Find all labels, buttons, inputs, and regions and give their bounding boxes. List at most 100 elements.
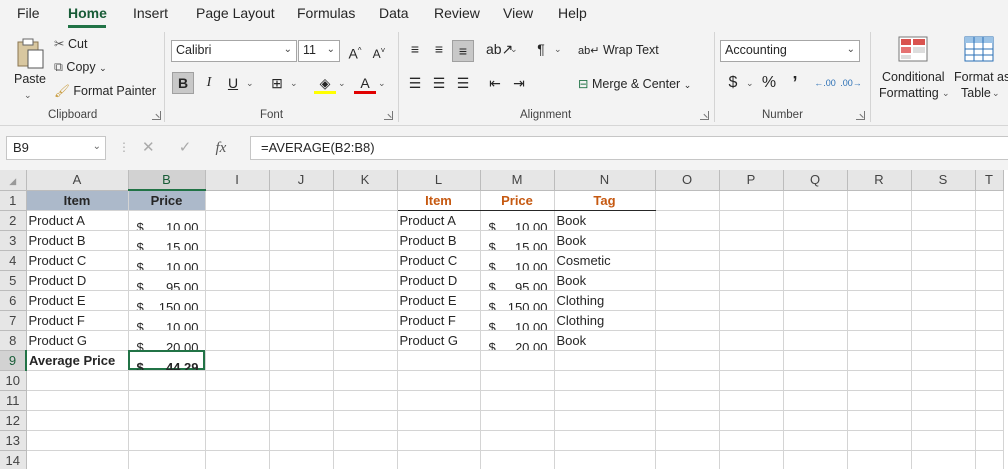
cell[interactable] — [911, 310, 976, 331]
cell[interactable] — [975, 370, 1004, 391]
cell[interactable]: $10.00 — [480, 310, 555, 331]
column-header[interactable]: K — [333, 170, 398, 191]
cell[interactable]: $10.00 — [128, 310, 206, 331]
paste-button[interactable]: Paste ⌄ — [10, 34, 48, 104]
cell[interactable] — [783, 270, 848, 291]
borders-icon[interactable]: ⊞ — [266, 72, 288, 94]
cell[interactable] — [847, 430, 912, 451]
underline-button[interactable]: U — [222, 72, 244, 94]
cell[interactable] — [719, 230, 784, 251]
cell[interactable] — [719, 250, 784, 271]
cell[interactable]: Book — [554, 330, 656, 351]
column-header[interactable]: M — [480, 170, 555, 191]
tab-home[interactable]: Home — [68, 5, 107, 21]
cell[interactable] — [655, 190, 720, 211]
cell[interactable] — [397, 430, 481, 451]
cell[interactable]: Price — [480, 190, 555, 211]
row-header[interactable]: 5 — [0, 270, 27, 291]
row-header[interactable]: 2 — [0, 210, 27, 231]
cell[interactable]: $95.00 — [128, 270, 206, 291]
cell[interactable] — [783, 330, 848, 351]
cell[interactable]: Product E — [397, 290, 481, 311]
top-align-icon[interactable]: ≡ — [404, 38, 426, 60]
cell[interactable] — [333, 350, 398, 371]
cell[interactable] — [719, 450, 784, 469]
cell[interactable] — [269, 450, 334, 469]
cell[interactable] — [128, 370, 206, 391]
cell[interactable] — [333, 390, 398, 411]
cell[interactable] — [480, 410, 555, 431]
cell[interactable] — [847, 230, 912, 251]
cell[interactable] — [333, 290, 398, 311]
column-header[interactable]: B — [128, 170, 206, 191]
currency-button[interactable]: $ — [722, 72, 744, 94]
row-header[interactable]: 4 — [0, 250, 27, 271]
cell[interactable] — [655, 290, 720, 311]
cell[interactable] — [480, 370, 555, 391]
cell[interactable] — [205, 390, 270, 411]
fill-color-icon[interactable]: ◈ — [314, 72, 336, 94]
cell[interactable] — [205, 430, 270, 451]
cell[interactable]: Product G — [397, 330, 481, 351]
cell[interactable]: Product F — [397, 310, 481, 331]
cell[interactable] — [205, 230, 270, 251]
cell[interactable] — [719, 370, 784, 391]
increase-decimal-icon[interactable]: ←.00 — [814, 72, 836, 94]
cell[interactable] — [911, 270, 976, 291]
cell[interactable] — [26, 450, 129, 469]
cell[interactable] — [205, 190, 270, 211]
column-header[interactable]: S — [911, 170, 976, 191]
cell[interactable] — [554, 390, 656, 411]
cell[interactable]: Product G — [26, 330, 129, 351]
cell[interactable]: Clothing — [554, 290, 656, 311]
cell[interactable] — [975, 250, 1004, 271]
cell[interactable]: Book — [554, 230, 656, 251]
cell[interactable] — [26, 390, 129, 411]
cell[interactable] — [26, 370, 129, 391]
cell[interactable] — [975, 290, 1004, 311]
cell[interactable] — [975, 430, 1004, 451]
formula-input[interactable]: =AVERAGE(B2:B8) — [250, 136, 1008, 160]
cell[interactable] — [26, 430, 129, 451]
cell[interactable] — [205, 290, 270, 311]
cell[interactable] — [847, 250, 912, 271]
column-header[interactable]: L — [397, 170, 481, 191]
cell[interactable] — [911, 330, 976, 351]
cell[interactable] — [911, 430, 976, 451]
cell[interactable] — [783, 370, 848, 391]
tab-view[interactable]: View — [503, 5, 533, 21]
cell[interactable] — [128, 430, 206, 451]
tab-data[interactable]: Data — [379, 5, 409, 21]
orientation-icon[interactable]: ab↗ — [486, 38, 513, 60]
clipboard-launcher-icon[interactable] — [152, 111, 161, 120]
cell[interactable] — [847, 210, 912, 231]
cell[interactable] — [554, 350, 656, 371]
cell[interactable] — [783, 310, 848, 331]
font-family-select[interactable]: Calibri ⌄ — [171, 40, 297, 62]
cell[interactable] — [333, 430, 398, 451]
cell[interactable] — [269, 350, 334, 371]
cell[interactable] — [975, 350, 1004, 371]
cell[interactable] — [783, 290, 848, 311]
cell[interactable] — [847, 450, 912, 469]
cell[interactable] — [719, 410, 784, 431]
cell[interactable] — [975, 210, 1004, 231]
cell[interactable] — [847, 410, 912, 431]
cell[interactable]: $15.00 — [480, 230, 555, 251]
cell[interactable]: Book — [554, 210, 656, 231]
cell[interactable] — [975, 310, 1004, 331]
cell[interactable] — [205, 410, 270, 431]
cell[interactable] — [554, 430, 656, 451]
cell[interactable]: $150.00 — [480, 290, 555, 311]
cell[interactable]: Product C — [26, 250, 129, 271]
italic-button[interactable]: I — [198, 72, 220, 94]
cell[interactable] — [911, 190, 976, 211]
cell[interactable]: Item — [26, 190, 129, 211]
number-format-select[interactable]: Accounting ⌄ — [720, 40, 860, 62]
cell[interactable] — [205, 270, 270, 291]
row-header[interactable]: 10 — [0, 370, 27, 391]
row-header[interactable]: 8 — [0, 330, 27, 351]
tab-file[interactable]: File — [17, 5, 40, 21]
cell[interactable]: Product F — [26, 310, 129, 331]
cell[interactable] — [911, 210, 976, 231]
